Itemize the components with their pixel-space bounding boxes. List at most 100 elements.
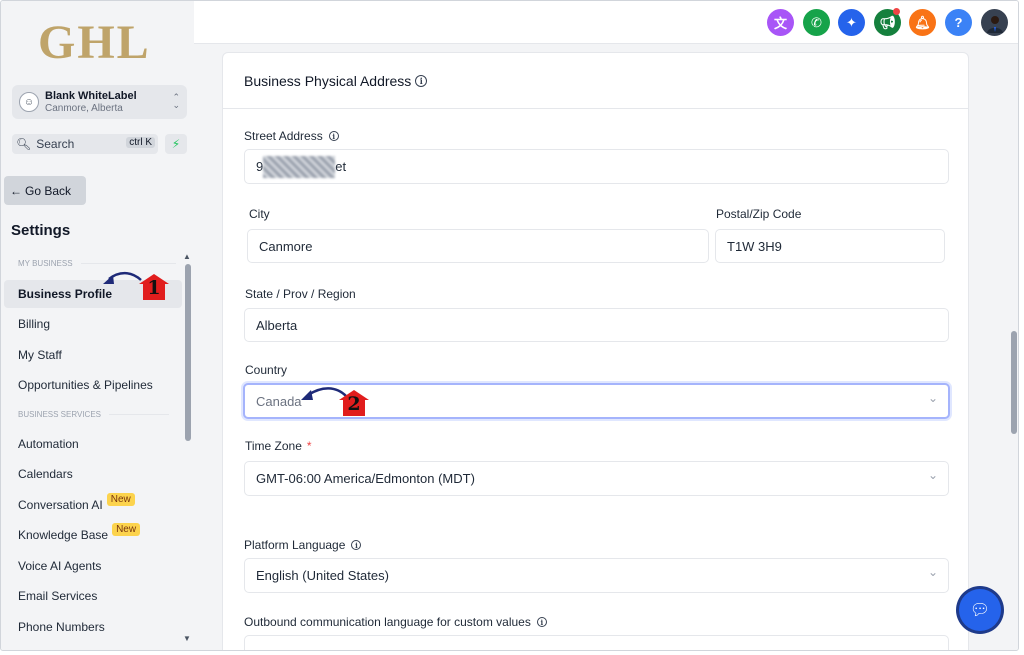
state-value: Alberta [256, 317, 298, 333]
required-asterisk: * [306, 439, 312, 453]
sidebar-item-opportunities[interactable]: Opportunities & Pipelines [4, 371, 182, 399]
sparkle-icon[interactable]: ✦ [838, 9, 865, 36]
annotation-marker-2: 2 [339, 390, 369, 416]
postal-value: T1W 3H9 [727, 238, 782, 254]
help-icon[interactable]: ? [945, 9, 972, 36]
state-input[interactable]: Alberta [244, 308, 949, 342]
new-badge: New [106, 492, 135, 506]
annotation-number: 1 [147, 277, 161, 299]
translate-icon[interactable]: 文 [767, 9, 794, 36]
annotation-number: 2 [347, 393, 361, 415]
phone-icon[interactable]: ✆ [803, 9, 830, 36]
street-address-input[interactable]: 9 et [244, 149, 949, 184]
city-label: City [249, 207, 270, 221]
sidebar-item-email-services[interactable]: Email Services [4, 582, 182, 610]
app-window: GHL ☺ Blank WhiteLabel Canmore, Alberta … [0, 0, 1019, 651]
sidebar-item-billing[interactable]: Billing [4, 310, 182, 338]
outbound-language-select[interactable] [244, 635, 949, 650]
scroll-up-arrow-icon[interactable]: ▲ [183, 252, 191, 261]
sidebar-item-label: Business Profile [18, 287, 113, 301]
city-input[interactable]: Canmore [247, 229, 709, 263]
address-card: Business Physical Address i Street Addre… [222, 52, 969, 650]
sidebar-item-label: Voice AI Agents [18, 559, 102, 573]
postal-code-input[interactable]: T1W 3H9 [715, 229, 945, 263]
quick-action-bolt-icon[interactable]: ⚡︎ [165, 134, 187, 154]
info-icon[interactable]: i [351, 540, 362, 550]
timezone-value: GMT-06:00 America/Edmonton (MDT) [256, 471, 475, 486]
sidebar-item-phone-numbers[interactable]: Phone Numbers [4, 613, 182, 641]
sidebar-item-label: Billing [18, 317, 51, 331]
sidebar-item-label: My Staff [18, 348, 62, 362]
arrow-left-icon: ← [10, 183, 22, 198]
sidebar-item-automation[interactable]: Automation [4, 430, 182, 458]
redacted-blur [263, 155, 336, 178]
sidebar-item-label: Phone Numbers [18, 620, 105, 634]
main-content: Business Physical Address i Street Addre… [194, 44, 1018, 650]
sidebar-item-label: Conversation AI [18, 498, 103, 512]
sidebar-item-conversation-ai[interactable]: Conversation AI New [4, 491, 182, 519]
search-button[interactable]: 🔍︎ Search ctrl K [12, 134, 158, 154]
platform-language-select[interactable]: English (United States) [244, 558, 949, 593]
sidebar-item-my-staff[interactable]: My Staff [4, 341, 182, 369]
city-value: Canmore [259, 238, 313, 254]
sidebar-item-voice-ai-agents[interactable]: Voice AI Agents [4, 552, 182, 580]
scroll-down-arrow-icon[interactable]: ▼ [183, 634, 191, 643]
label-text: Time Zone [245, 439, 302, 453]
new-badge: New [112, 522, 141, 536]
account-switcher[interactable]: ☺ Blank WhiteLabel Canmore, Alberta ⌃ ⌄ [12, 85, 187, 119]
outbound-language-label: Outbound communication language for cust… [244, 615, 547, 629]
info-icon[interactable]: i [415, 74, 428, 87]
search-icon: 🔍︎ [16, 137, 32, 151]
bell-icon[interactable]: 🔔︎ [909, 9, 936, 36]
country-label: Country [245, 363, 288, 377]
section-title: Business Physical Address [244, 72, 412, 89]
platform-language-value: English (United States) [256, 568, 389, 583]
brand-logo: GHL [38, 16, 151, 69]
go-back-label: Go Back [25, 183, 72, 198]
sidebar-item-label: Knowledge Base [18, 528, 109, 542]
sidebar-item-label: Calendars [18, 467, 73, 481]
street-value-end: et [335, 159, 347, 174]
search-label: Search [36, 137, 75, 151]
timezone-select[interactable]: GMT-06:00 America/Edmonton (MDT) [244, 461, 949, 496]
street-value-start: 9 [256, 159, 264, 174]
chevron-updown-icon: ⌃ ⌄ [172, 92, 180, 110]
help-label: ? [954, 15, 963, 30]
street-address-label: Street Address i [244, 129, 339, 143]
state-label: State / Prov / Region [245, 287, 356, 301]
chat-support-icon[interactable]: 💬︎ [959, 589, 1001, 631]
postal-code-label: Postal/Zip Code [716, 207, 802, 221]
main-scrollbar-thumb[interactable] [1011, 331, 1017, 434]
info-icon[interactable]: i [328, 131, 339, 141]
go-back-button[interactable]: ← Go Back [4, 176, 86, 205]
user-avatar[interactable] [981, 9, 1008, 36]
sidebar-item-calendars[interactable]: Calendars [4, 460, 182, 488]
country-value: Canada [256, 393, 302, 409]
sidebar-item-label: Opportunities & Pipelines [18, 378, 153, 392]
top-bar: 文 ✆ ✦ 📢︎ 🔔︎ ? [194, 1, 1018, 44]
label-text: Platform Language [244, 538, 346, 552]
section-label: BUSINESS SERVICES [18, 410, 101, 419]
card-header: Business Physical Address i [223, 53, 968, 109]
sidebar-item-label: Email Services [18, 589, 98, 603]
info-icon[interactable]: i [536, 617, 547, 627]
section-header-business-services: BUSINESS SERVICES [18, 410, 169, 419]
sidebar-item-label: Automation [18, 437, 79, 451]
search-shortcut: ctrl K [126, 137, 155, 148]
account-name: Blank WhiteLabel [45, 90, 137, 102]
settings-heading: Settings [11, 222, 71, 239]
sidebar: GHL ☺ Blank WhiteLabel Canmore, Alberta … [1, 1, 194, 650]
notification-dot [893, 8, 900, 15]
section-header-my-business: MY BUSINESS [18, 259, 176, 268]
timezone-label: Time Zone * [245, 439, 312, 453]
section-label: MY BUSINESS [18, 259, 73, 268]
account-location: Canmore, Alberta [45, 103, 123, 114]
label-text: Outbound communication language for cust… [244, 615, 531, 629]
account-icon: ☺ [19, 92, 39, 112]
sidebar-item-knowledge-base[interactable]: Knowledge Base New [4, 521, 182, 549]
label-text: Street Address [244, 129, 323, 143]
annotation-marker-1: 1 [139, 274, 169, 300]
sidebar-scrollbar-thumb[interactable] [185, 264, 191, 441]
platform-language-label: Platform Language i [244, 538, 362, 552]
annotation-arrow-1 [103, 271, 142, 284]
